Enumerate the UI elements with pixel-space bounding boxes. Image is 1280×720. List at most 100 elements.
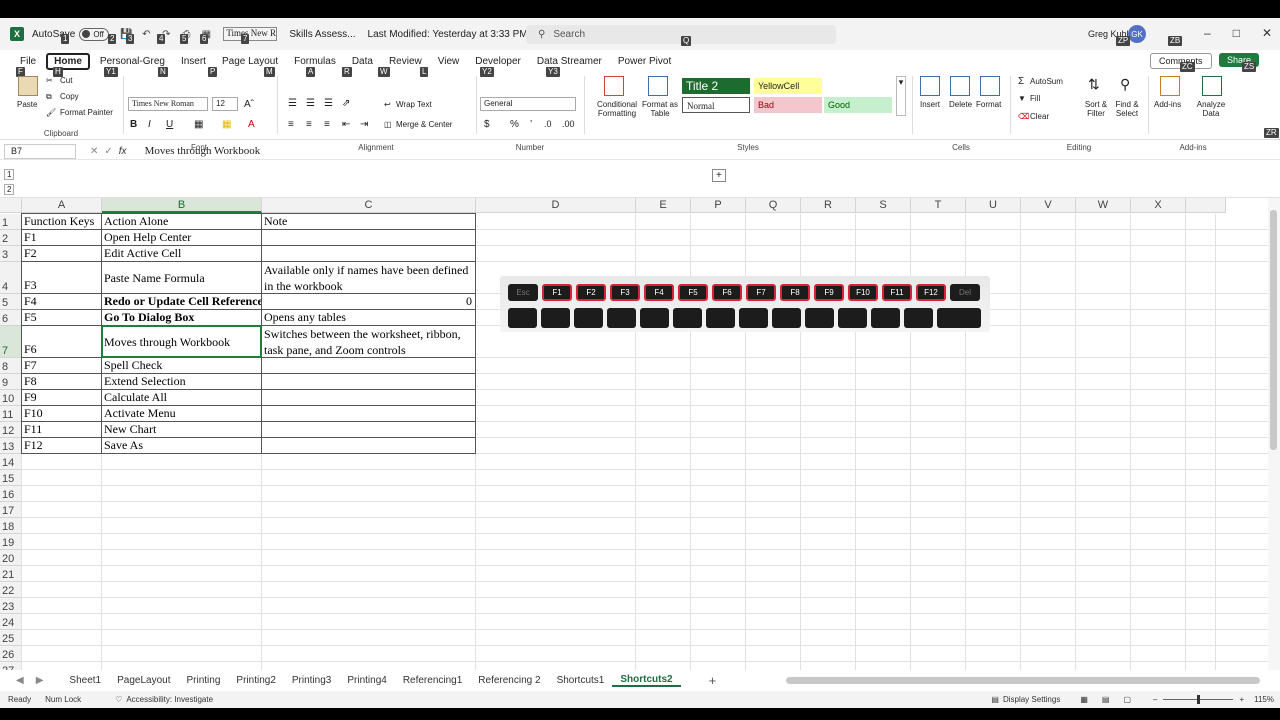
column-header-a[interactable]: A — [22, 198, 102, 213]
cell-a13[interactable]: F12 — [22, 438, 101, 453]
normal-view-icon[interactable]: ▦ — [1080, 695, 1088, 704]
row-header-10[interactable]: 10 — [0, 390, 22, 406]
delete-cells-icon[interactable] — [950, 76, 970, 96]
tab-data[interactable]: Data — [346, 55, 379, 68]
qat-font-combo[interactable]: Times New R — [223, 27, 278, 41]
column-header-e[interactable]: E — [636, 198, 691, 213]
italic-icon[interactable]: I — [148, 119, 151, 130]
addins-icon[interactable] — [1160, 76, 1180, 96]
cancel-icon[interactable]: ✕ — [90, 146, 98, 157]
percent-icon[interactable]: % — [510, 119, 519, 130]
row-header-27[interactable]: 27 — [0, 662, 22, 670]
copy-icon[interactable]: ⧉ — [46, 92, 52, 102]
tab-page-layout[interactable]: Page Layout — [216, 55, 284, 68]
row-header-18[interactable]: 18 — [0, 518, 22, 534]
wrap-text-icon[interactable]: ↩ — [384, 100, 391, 109]
row-header-2[interactable]: 2 — [0, 230, 22, 246]
comma-icon[interactable]: ’ — [530, 119, 532, 130]
cell-a2[interactable]: F1 — [22, 230, 101, 245]
cell-c12[interactable] — [262, 422, 475, 437]
sheet-tab[interactable]: Printing2 — [228, 675, 283, 686]
style-yellowcell[interactable]: YellowCell — [754, 78, 822, 94]
cell-c11[interactable] — [262, 406, 475, 421]
cell-c4[interactable]: Available only if names have been define… — [262, 262, 475, 293]
cell-c10[interactable] — [262, 390, 475, 405]
align-left-icon[interactable]: ≡ — [288, 119, 294, 130]
cell-a7[interactable]: F6 — [22, 326, 101, 357]
tab-view[interactable]: View — [432, 55, 466, 68]
cell-b12[interactable]: New Chart — [102, 422, 261, 437]
font-color-icon[interactable]: A — [248, 119, 255, 130]
sheet-tab-active[interactable]: Shortcuts2 — [612, 674, 681, 687]
grow-font-icon[interactable]: Aˆ — [244, 99, 254, 110]
clear-icon[interactable]: ⌫ — [1018, 112, 1029, 121]
cell-c2[interactable] — [262, 230, 475, 245]
row-header-17[interactable]: 17 — [0, 502, 22, 518]
active-cell-b7[interactable] — [101, 325, 262, 358]
row-header-24[interactable]: 24 — [0, 614, 22, 630]
tab-data-streamer[interactable]: Data Streamer — [531, 55, 608, 68]
conditional-formatting-button[interactable]: Conditional Formatting — [592, 100, 642, 118]
row-header-8[interactable]: 8 — [0, 358, 22, 374]
cell-c6[interactable]: Opens any tables — [262, 310, 475, 325]
insert-button[interactable]: Insert — [920, 100, 940, 109]
align-top-icon[interactable]: ☰ — [288, 98, 297, 109]
undo-icon[interactable]: ↶ — [139, 27, 153, 41]
cell-b6[interactable]: Go To Dialog Box — [102, 310, 261, 325]
cell-b5[interactable]: Redo or Update Cell Reference — [102, 294, 261, 309]
format-as-table-button[interactable]: Format as Table — [642, 100, 678, 118]
sheet-tab[interactable]: Referencing 2 — [470, 675, 548, 686]
row-header-12[interactable]: 12 — [0, 422, 22, 438]
select-all-corner[interactable] — [0, 198, 22, 213]
cell-b11[interactable]: Activate Menu — [102, 406, 261, 421]
row-header-23[interactable]: 23 — [0, 598, 22, 614]
find-select-icon[interactable]: ⚲ — [1120, 76, 1130, 93]
sheet-tab[interactable]: Printing4 — [339, 675, 394, 686]
cell-b4[interactable]: Paste Name Formula — [102, 262, 261, 293]
cell-a5[interactable]: F4 — [22, 294, 101, 309]
column-header-r[interactable]: R — [801, 198, 856, 213]
conditional-formatting-icon[interactable] — [604, 76, 624, 96]
paste-button[interactable]: Paste — [17, 100, 37, 109]
row-header-3[interactable]: 3 — [0, 246, 22, 262]
cell-a4[interactable]: F3 — [22, 262, 101, 293]
column-header-u[interactable]: U — [966, 198, 1021, 213]
row-header-22[interactable]: 22 — [0, 582, 22, 598]
minimize-icon[interactable]: – — [1204, 26, 1211, 40]
cell-a1[interactable]: Function Keys — [22, 214, 101, 229]
row-header-11[interactable]: 11 — [0, 406, 22, 422]
cell-b13[interactable]: Save As — [102, 438, 261, 453]
row-header-21[interactable]: 21 — [0, 566, 22, 582]
display-settings[interactable]: Display Settings — [1003, 695, 1060, 704]
sort-filter-icon[interactable]: ⇅ — [1088, 76, 1100, 93]
fill-icon[interactable]: ▼ — [1018, 94, 1026, 103]
format-painter-icon[interactable]: 🖌 — [46, 108, 56, 117]
zoom-level[interactable]: 115% — [1254, 695, 1274, 704]
cell-a3[interactable]: F2 — [22, 246, 101, 261]
decrease-indent-icon[interactable]: ⇤ — [342, 119, 350, 130]
cell-c5[interactable]: 0 — [262, 294, 475, 309]
sheet-tab[interactable]: Printing3 — [284, 675, 339, 686]
cell-a8[interactable]: F7 — [22, 358, 101, 373]
row-header-14[interactable]: 14 — [0, 454, 22, 470]
align-center-icon[interactable]: ≡ — [306, 119, 312, 130]
copy-button[interactable]: Copy — [60, 92, 79, 101]
wrap-text-button[interactable]: Wrap Text — [396, 100, 432, 109]
row-header-19[interactable]: 19 — [0, 534, 22, 550]
tab-personal-greg[interactable]: Personal-Greg — [94, 55, 171, 68]
font-name-combo[interactable]: Times New Roman — [128, 97, 208, 111]
outline-level-2[interactable]: 2 — [4, 184, 15, 195]
fill-button[interactable]: Fill — [1030, 94, 1040, 103]
cell-b10[interactable]: Calculate All — [102, 390, 261, 405]
bold-icon[interactable]: B — [130, 119, 137, 130]
row-header-15[interactable]: 15 — [0, 470, 22, 486]
cell-b3[interactable]: Edit Active Cell — [102, 246, 261, 261]
column-header-q[interactable]: Q — [746, 198, 801, 213]
avatar[interactable]: GK — [1128, 25, 1146, 43]
fill-color-icon[interactable]: ▦ — [222, 119, 231, 130]
autosave-toggle[interactable]: Off — [79, 27, 110, 41]
cell-c9[interactable] — [262, 374, 475, 389]
formula-input[interactable]: Moves through Workbook — [145, 145, 261, 157]
vertical-scroll-thumb[interactable] — [1270, 210, 1277, 450]
page-break-view-icon[interactable]: ▢ — [1123, 695, 1131, 704]
